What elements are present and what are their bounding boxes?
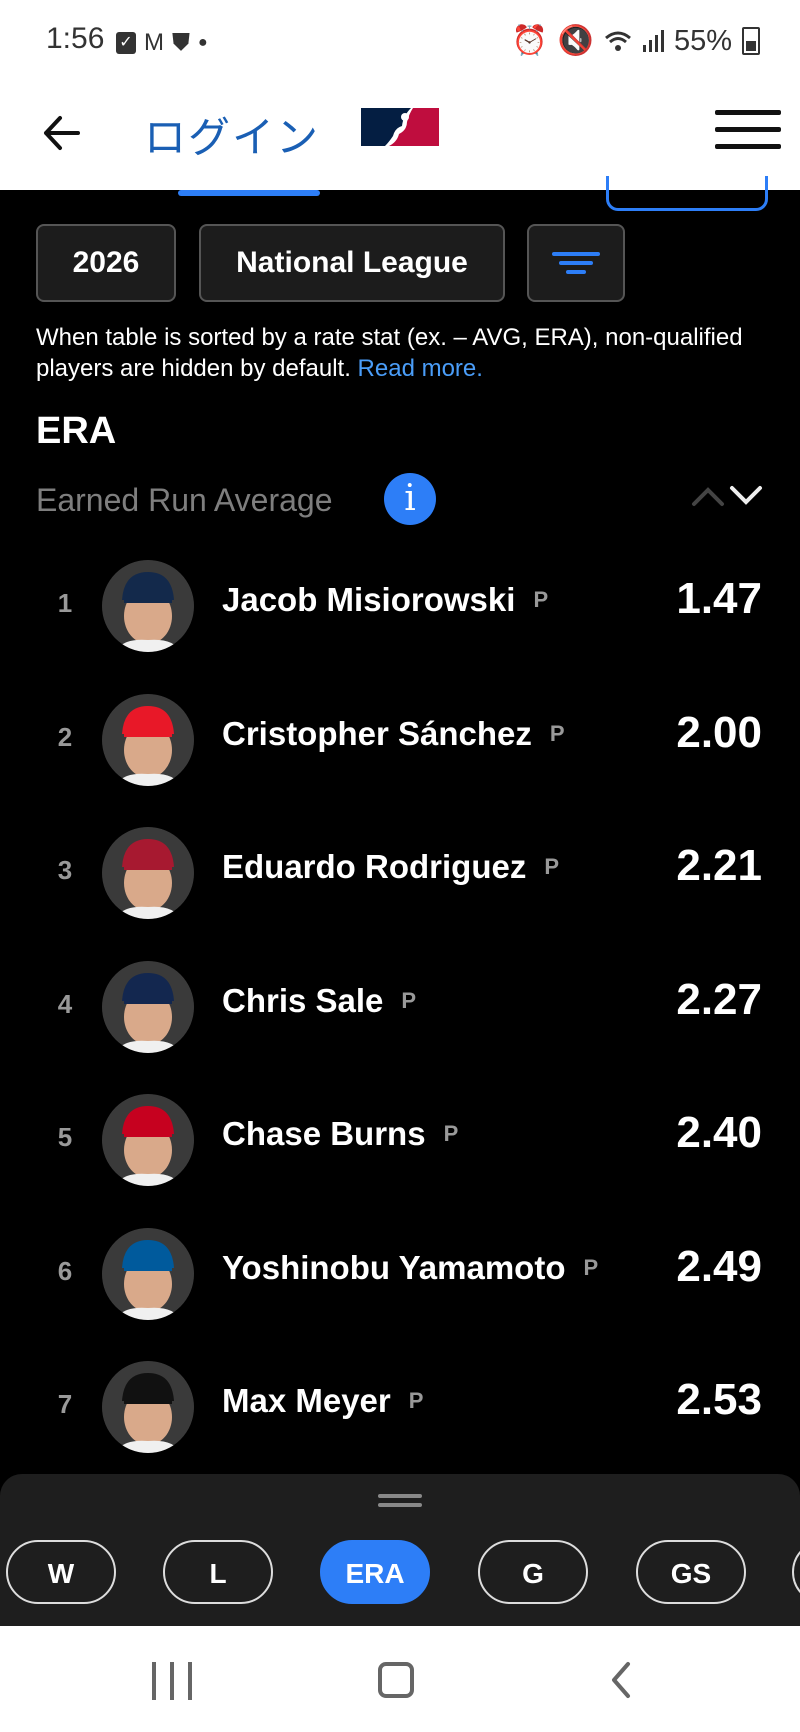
player-name-text[interactable]: Max Meyer (222, 1382, 391, 1419)
player-avatar[interactable] (102, 827, 194, 919)
player-name-text[interactable]: Chris Sale (222, 982, 383, 1019)
read-more-link[interactable]: Read more. (358, 355, 483, 382)
back-arrow-icon[interactable] (38, 108, 88, 158)
player-avatar[interactable] (102, 560, 194, 652)
player-name[interactable]: Cristopher Sánchez P (222, 715, 565, 753)
battery-icon (742, 27, 760, 55)
player-avatar[interactable] (102, 1227, 194, 1320)
leader-row[interactable]: 2 Cristopher Sánchez P 2.00 (0, 678, 800, 798)
nav-back-icon[interactable] (606, 1660, 636, 1700)
player-name[interactable]: Chris Sale P (222, 982, 416, 1020)
hamburger-menu-icon[interactable] (715, 110, 781, 154)
player-name[interactable]: Chase Burns P (222, 1115, 458, 1153)
stat-value: 2.21 (676, 841, 762, 890)
stat-title: ERA (36, 410, 117, 452)
stat-value: 2.27 (676, 974, 762, 1024)
player-position: P (533, 587, 549, 612)
leader-row[interactable]: 1 Jacob Misiorowski P 1.47 (0, 544, 800, 664)
stat-chip-gs[interactable]: GS (636, 1540, 746, 1604)
stat-value: 2.40 (676, 1108, 762, 1157)
stat-value: 1.47 (676, 574, 762, 623)
mute-icon: 🔇 (557, 25, 594, 57)
status-right: ⏰ 🔇 55% (512, 24, 760, 58)
player-position: P (401, 987, 417, 1013)
leader-rank: 5 (57, 1122, 73, 1152)
player-avatar[interactable] (102, 1361, 194, 1453)
recents-icon[interactable] (152, 1662, 192, 1700)
player-avatar[interactable] (102, 1094, 194, 1186)
tab-box-edge (606, 176, 768, 211)
signal-icon (642, 30, 664, 52)
status-time: 1:56 (46, 22, 105, 55)
leader-row[interactable]: 5 Chase Burns P 2.40 (0, 1078, 800, 1198)
player-name-text[interactable]: Chase Burns (222, 1115, 426, 1152)
leader-row[interactable]: 4 Chris Sale P 2.27 (0, 945, 800, 1065)
wifi-icon (604, 31, 631, 51)
sort-toggle-icon[interactable] (690, 478, 766, 514)
player-name[interactable]: Eduardo Rodriguez P (222, 848, 559, 886)
stat-subtitle: Earned Run Average (36, 482, 333, 518)
stat-chip-era[interactable]: ERA (320, 1540, 430, 1604)
stat-value: 2.00 (676, 707, 762, 757)
info-icon[interactable]: i (384, 473, 436, 525)
stat-chip-l[interactable]: L (163, 1540, 273, 1604)
app-header: ログイン (0, 86, 800, 190)
battery-percent: 55% (673, 24, 732, 57)
player-name[interactable]: Jacob Misiorowski P (222, 581, 548, 619)
login-link[interactable]: ログイン (144, 104, 320, 165)
qualified-note: When table is sorted by a rate stat (ex.… (36, 322, 766, 384)
leader-rank: 1 (57, 588, 73, 618)
dot-icon: ● (198, 34, 208, 51)
filter-button[interactable] (527, 224, 625, 302)
leader-row[interactable]: 3 Eduardo Rodriguez P 2.21 (0, 811, 800, 931)
player-position: P (408, 1388, 424, 1413)
player-position: P (549, 720, 565, 746)
home-icon[interactable] (378, 1662, 414, 1698)
player-name-text[interactable]: Cristopher Sánchez (222, 715, 532, 752)
notification-icons: ✓ M ⛊ ● (116, 30, 208, 56)
league-selector[interactable]: National League (199, 224, 505, 302)
player-avatar[interactable] (102, 960, 194, 1053)
player-name[interactable]: Yoshinobu Yamamoto P (222, 1249, 598, 1287)
shield-check-icon: ⛊ (172, 29, 190, 56)
leader-rank: 3 (57, 855, 73, 885)
player-name[interactable]: Max Meyer P (222, 1382, 423, 1420)
leader-row[interactable]: 6 Yoshinobu Yamamoto P 2.49 (0, 1212, 800, 1332)
stat-chip-partial[interactable] (792, 1540, 800, 1604)
active-tab-indicator (178, 190, 320, 196)
mlb-logo[interactable] (355, 104, 445, 150)
gmail-icon: M (144, 29, 164, 56)
player-position: P (443, 1121, 459, 1146)
checkbox-notification-icon: ✓ (116, 32, 136, 54)
stat-value: 2.49 (676, 1241, 762, 1291)
stat-selector-sheet: W L ERA G GS (0, 1474, 800, 1626)
drag-handle-icon[interactable] (378, 1494, 422, 1508)
player-position: P (544, 854, 560, 879)
stat-chip-g[interactable]: G (478, 1540, 588, 1604)
status-bar: 1:56 ✓ M ⛊ ● ⏰ 🔇 55% (0, 0, 800, 86)
player-name-text[interactable]: Jacob Misiorowski (222, 581, 515, 618)
year-selector[interactable]: 2026 (36, 224, 176, 302)
system-nav-bar (0, 1626, 800, 1732)
leader-rank: 4 (57, 988, 73, 1019)
player-name-text[interactable]: Yoshinobu Yamamoto (222, 1249, 566, 1286)
leader-rank: 7 (57, 1389, 73, 1419)
filter-icon (551, 247, 601, 279)
leader-rank: 6 (57, 1255, 73, 1286)
leader-rank: 2 (57, 721, 73, 752)
player-avatar[interactable] (102, 693, 194, 786)
player-name-text[interactable]: Eduardo Rodriguez (222, 848, 526, 885)
stat-value: 2.53 (676, 1375, 762, 1424)
leader-row[interactable]: 7 Max Meyer P 2.53 (0, 1345, 800, 1465)
stat-chip-w[interactable]: W (6, 1540, 116, 1604)
player-position: P (583, 1254, 599, 1280)
alarm-icon: ⏰ (511, 25, 548, 57)
